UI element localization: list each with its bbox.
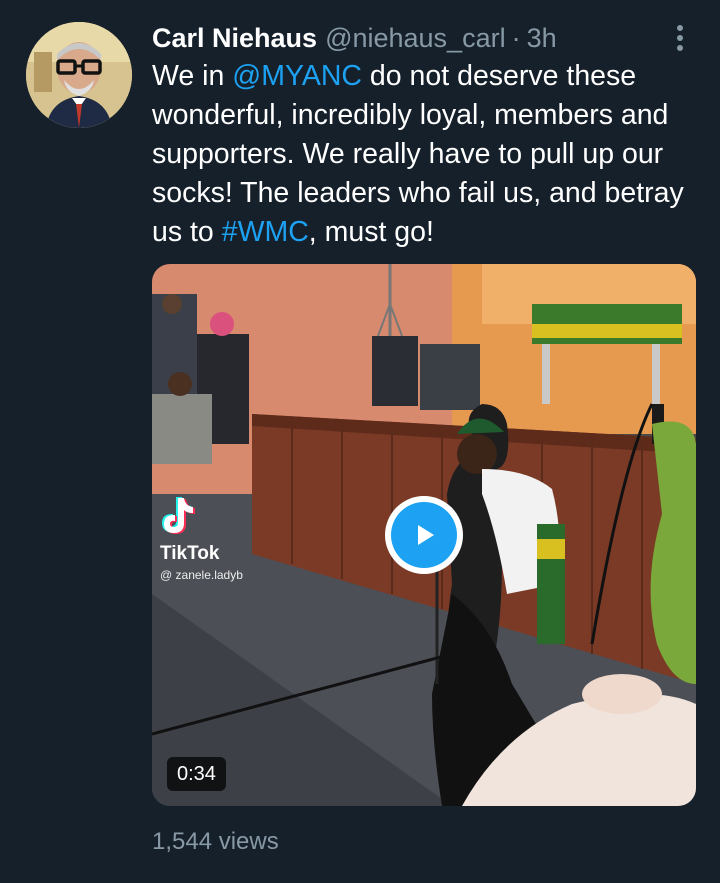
tweet-header: Carl Niehaus @niehaus_carl · 3h bbox=[152, 20, 557, 56]
tiktok-watermark: TikTok @ zanele.ladyb bbox=[160, 496, 243, 582]
tiktok-logo-icon bbox=[162, 497, 195, 534]
video-media[interactable]: TikTok @ zanele.ladyb 0:34 bbox=[152, 264, 696, 806]
tiktok-brand: TikTok bbox=[160, 543, 220, 564]
tiktok-username: @ zanele.ladyb bbox=[160, 568, 243, 582]
mention-link[interactable]: @MYANC bbox=[232, 60, 362, 92]
author-avatar[interactable] bbox=[26, 22, 132, 128]
play-icon bbox=[418, 525, 434, 545]
tweet-text-part1: We in bbox=[152, 60, 233, 92]
hashtag-link[interactable]: #WMC bbox=[222, 216, 309, 248]
tweet-text: We in @MYANC do not deserve these wonder… bbox=[152, 57, 708, 252]
view-count: 1,544 views bbox=[152, 828, 279, 855]
author-display-name[interactable]: Carl Niehaus bbox=[152, 23, 317, 54]
more-vertical-icon[interactable] bbox=[668, 22, 692, 54]
tweet-text-part3: , must go! bbox=[308, 216, 434, 248]
separator-dot: · bbox=[511, 22, 521, 53]
play-button[interactable] bbox=[385, 496, 463, 574]
author-handle[interactable]: @niehaus_carl bbox=[325, 23, 506, 54]
video-duration: 0:34 bbox=[167, 757, 226, 791]
tweet-timestamp[interactable]: 3h bbox=[527, 23, 557, 54]
tweet[interactable]: Carl Niehaus @niehaus_carl · 3h We in @M… bbox=[0, 0, 720, 883]
